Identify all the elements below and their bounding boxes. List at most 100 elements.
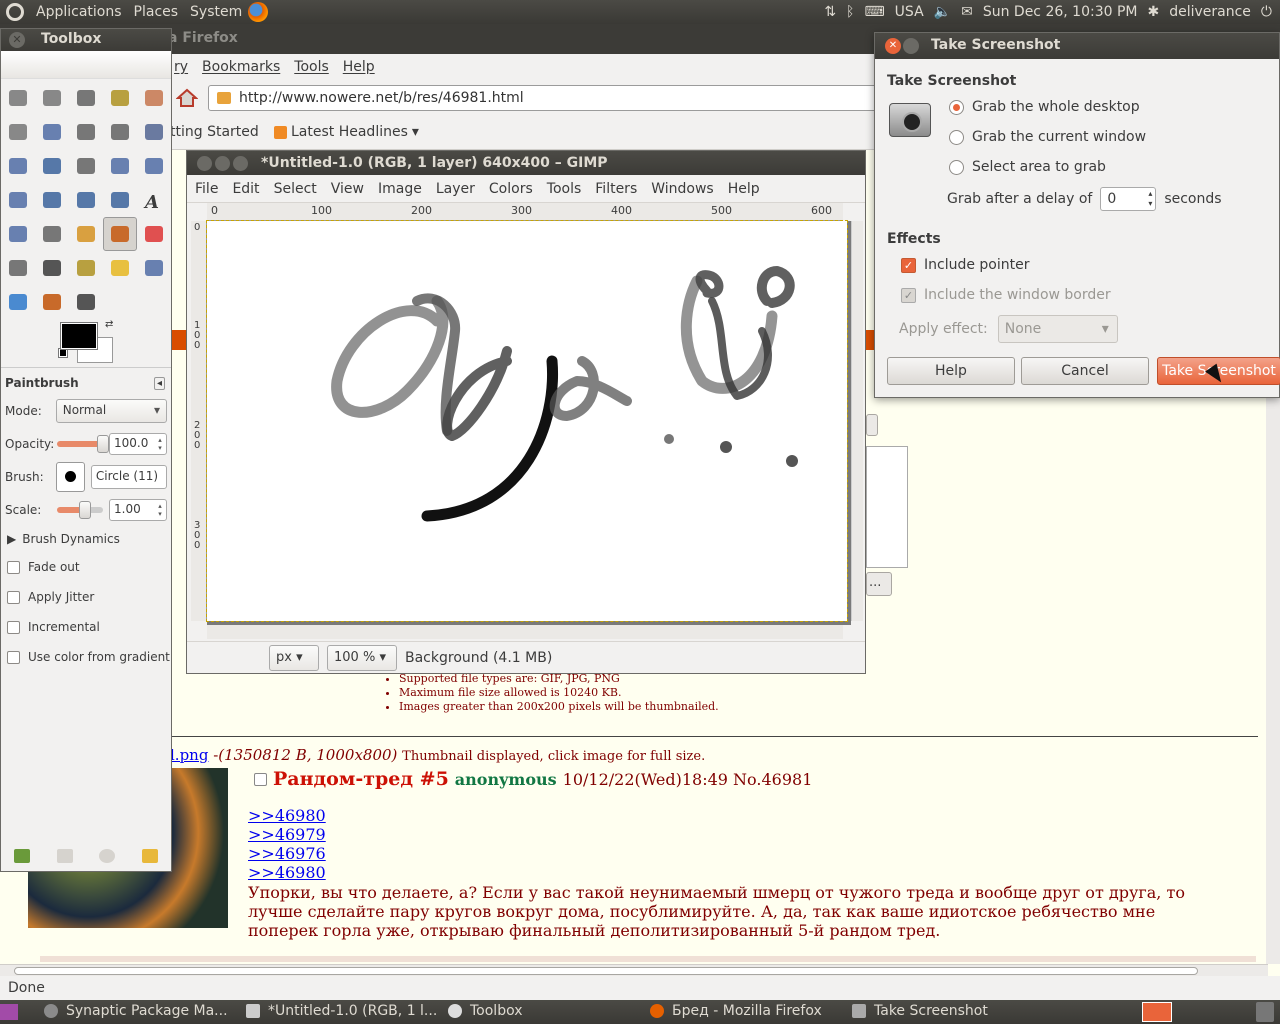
browse-button[interactable]: ...	[866, 572, 892, 596]
gimp-menu-layer[interactable]: Layer	[436, 181, 475, 197]
volume-icon[interactable]: 🔈	[934, 4, 951, 20]
mail-icon[interactable]: ✉	[961, 4, 973, 20]
tool-button[interactable]	[103, 149, 137, 183]
tool-button[interactable]	[35, 149, 69, 183]
apply-jitter-check[interactable]: Apply Jitter	[1, 582, 171, 612]
checkbox[interactable]	[7, 650, 20, 664]
save-options-icon[interactable]	[14, 849, 31, 863]
opacity-slider-knob[interactable]	[97, 434, 109, 453]
menu-history[interactable]: ry	[174, 59, 188, 75]
menu-tools[interactable]: Tools	[294, 59, 329, 75]
tool-button[interactable]	[1, 149, 35, 183]
task-take-screenshot[interactable]: Take Screenshot	[852, 1003, 988, 1019]
radio-button[interactable]	[949, 159, 964, 175]
tool-button[interactable]	[137, 81, 171, 115]
delay-spin[interactable]: 0 ▴ ▾	[1100, 187, 1157, 211]
page-horizontal-scroll-thumb[interactable]	[14, 967, 1198, 975]
checkbox[interactable]	[7, 590, 20, 604]
unit-combo[interactable]: px ▾	[269, 644, 319, 671]
brush-preview[interactable]	[55, 461, 85, 492]
gimp-menu-help[interactable]: Help	[728, 181, 760, 197]
scale-slider-knob[interactable]	[78, 500, 91, 519]
close-icon[interactable]: ✕	[885, 38, 901, 54]
gimp-menu-edit[interactable]: Edit	[232, 181, 259, 197]
tool-button[interactable]	[69, 115, 103, 149]
delete-options-icon[interactable]	[99, 849, 116, 863]
task-synaptic[interactable]: Synaptic Package Ma...	[44, 1003, 228, 1019]
tool-button[interactable]	[69, 251, 103, 285]
tool-button[interactable]	[35, 183, 69, 217]
tool-button[interactable]	[103, 183, 137, 217]
panel-menu-icon[interactable]: ◂	[153, 376, 165, 390]
gimp-menu-filters[interactable]: Filters	[595, 181, 637, 197]
foreground-color-swatch[interactable]	[60, 322, 98, 350]
tool-button[interactable]	[103, 115, 137, 149]
tool-button[interactable]	[1, 183, 35, 217]
bluetooth-icon[interactable]: ᛒ	[846, 4, 854, 20]
close-icon[interactable]: ✕	[9, 32, 25, 48]
tool-button[interactable]	[69, 81, 103, 115]
task-firefox[interactable]: Бред - Mozilla Firefox	[650, 1003, 822, 1019]
reply-link[interactable]: >>46980	[248, 863, 326, 882]
show-desktop-icon[interactable]	[0, 1004, 18, 1020]
user-status-icon[interactable]: ✱	[1147, 4, 1159, 20]
tool-button[interactable]	[1, 81, 35, 115]
checkbox[interactable]	[7, 620, 20, 634]
url-bar[interactable]: http://www.nowere.net/b/res/46981.html	[208, 85, 888, 111]
ubuntu-logo-icon[interactable]	[6, 3, 24, 21]
scale-spin[interactable]: 1.00	[109, 498, 167, 521]
post-date[interactable]: 10/12/22(Wed)18:49 No.46981	[563, 770, 813, 789]
checkbox-checked[interactable]: ✓	[901, 257, 916, 273]
opacity-spin[interactable]: 100.0	[109, 432, 167, 455]
close-icon[interactable]	[197, 156, 212, 171]
partially-hidden-button[interactable]	[866, 414, 878, 436]
menu-bookmarks[interactable]: Bookmarks	[202, 59, 280, 75]
radio-button[interactable]	[949, 99, 964, 115]
canvas-horizontal-scrollbar[interactable]	[207, 625, 843, 639]
tool-button[interactable]	[35, 217, 69, 251]
tool-button[interactable]	[103, 217, 137, 251]
scale-slider[interactable]	[57, 500, 103, 519]
reply-link[interactable]: >>46979	[248, 825, 326, 844]
bookmark-getting-started[interactable]: tting Started	[170, 124, 259, 140]
incremental-check[interactable]: Incremental	[1, 612, 171, 642]
radio-whole-desktop[interactable]: Grab the whole desktop	[949, 99, 1140, 115]
gimp-menu-windows[interactable]: Windows	[651, 181, 714, 197]
tool-button[interactable]	[103, 251, 137, 285]
swap-colors-icon[interactable]: ⇄	[105, 319, 113, 330]
default-colors-icon[interactable]	[58, 348, 68, 358]
wilber-drop-area[interactable]	[1, 51, 171, 79]
tool-button[interactable]	[69, 285, 103, 319]
tool-button[interactable]	[35, 115, 69, 149]
workspace-switcher[interactable]	[1142, 1002, 1172, 1022]
tool-button[interactable]	[1, 115, 35, 149]
brush-dynamics-expander[interactable]: ▶ Brush Dynamics	[1, 526, 171, 552]
tool-button[interactable]	[35, 285, 69, 319]
reply-link[interactable]: >>46980	[248, 806, 326, 825]
include-pointer-check[interactable]: ✓ Include pointer	[901, 257, 1030, 273]
radio-button[interactable]	[949, 129, 964, 145]
canvas-area[interactable]	[206, 220, 851, 625]
tool-button[interactable]	[69, 149, 103, 183]
file-link[interactable]: l.png	[170, 746, 208, 764]
brush-name-field[interactable]: Circle (11)	[90, 464, 167, 489]
network-icon[interactable]: ⇅	[824, 4, 836, 20]
gimp-menu-tools[interactable]: Tools	[547, 181, 582, 197]
tool-button[interactable]	[35, 81, 69, 115]
spin-arrows-icon[interactable]: ▴ ▾	[1148, 189, 1152, 209]
mode-combo[interactable]: Normal	[55, 398, 167, 423]
system-menu[interactable]: System	[184, 4, 248, 20]
restore-options-icon[interactable]	[56, 849, 73, 863]
vertical-ruler[interactable]: 0 100 200 300	[191, 221, 207, 621]
tool-button[interactable]: A	[137, 183, 171, 217]
gimp-menu-image[interactable]: Image	[378, 181, 422, 197]
checkbox[interactable]	[7, 560, 20, 574]
canvas-vertical-scrollbar[interactable]	[851, 221, 863, 621]
reset-options-icon[interactable]	[141, 849, 158, 863]
page-horizontal-scrollbar[interactable]	[0, 964, 1268, 976]
radio-current-window[interactable]: Grab the current window	[949, 129, 1146, 145]
tool-button[interactable]	[1, 251, 35, 285]
keyboard-layout[interactable]: USA	[895, 4, 924, 20]
keyboard-icon[interactable]: ⌨	[864, 4, 884, 20]
task-toolbox[interactable]: Toolbox	[448, 1003, 523, 1019]
